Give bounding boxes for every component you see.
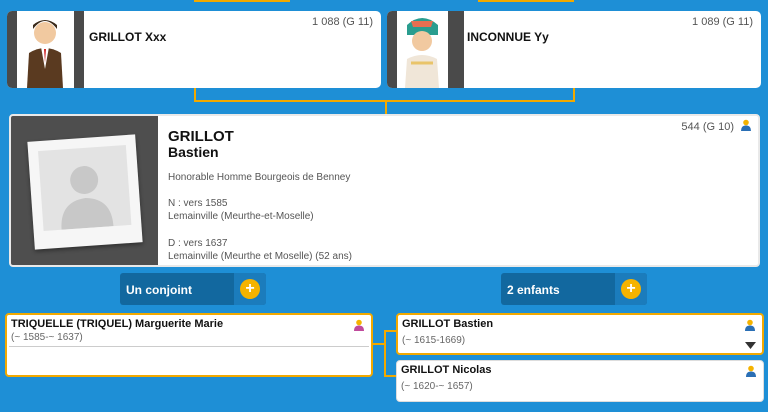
parent-card-father[interactable]: 1 088 (G 11) GRILLOT Xxx [7, 11, 381, 88]
spouse-plus-area[interactable]: + [234, 273, 266, 305]
father-portrait-icon [27, 20, 63, 88]
child-1-dates: (~ 1615-1669) [402, 335, 466, 346]
photo-placeholder[interactable] [27, 134, 143, 250]
main-surname: GRILLOT [168, 128, 234, 145]
parents-joining-line [194, 88, 575, 102]
main-death-place[interactable]: Lemainville (Meurthe et Moselle) (52 ans… [168, 251, 352, 262]
spouse-name[interactable]: TRIQUELLE (TRIQUEL) Marguerite Marie [11, 318, 223, 330]
male-person-icon [745, 319, 755, 331]
child-card-2[interactable]: GRILLOT Nicolas (~ 1620-~ 1657) [396, 360, 764, 402]
spouse-toggle-button[interactable]: Un conjoint + [120, 273, 266, 305]
spouse-card[interactable]: TRIQUELLE (TRIQUEL) Marguerite Marie (~ … [5, 313, 373, 377]
main-death: D : vers 1637 [168, 238, 228, 249]
father-sosa-number: 1 088 (G 11) [312, 16, 373, 28]
mother-name[interactable]: INCONNUE Yy [467, 30, 549, 44]
child-2-name[interactable]: GRILLOT Nicolas [401, 364, 491, 376]
spouse-dates: (~ 1585-~ 1637) [11, 332, 83, 343]
mother-sosa-number: 1 089 (G 11) [692, 16, 753, 28]
father-name[interactable]: GRILLOT Xxx [89, 30, 166, 44]
parent-connector-top-right [478, 0, 574, 2]
main-birth: N : vers 1585 [168, 198, 228, 209]
children-plus-area[interactable]: + [615, 273, 647, 305]
plus-icon: + [240, 279, 260, 299]
male-person-icon [746, 365, 756, 377]
main-given-name: Bastien [168, 144, 219, 160]
main-birth-place[interactable]: Lemainville (Meurthe-et-Moselle) [168, 211, 314, 222]
parents-to-person-line [385, 101, 387, 114]
female-person-icon [354, 319, 364, 331]
main-photo-frame [11, 116, 158, 265]
children-toggle-label: 2 enfants [507, 283, 560, 297]
child-2-dates: (~ 1620-~ 1657) [401, 381, 473, 392]
child-1-name[interactable]: GRILLOT Bastien [402, 318, 493, 330]
main-occupation: Honorable Homme Bourgeois de Benney [168, 172, 351, 183]
children-toggle-button[interactable]: 2 enfants + [501, 273, 647, 305]
silhouette-icon [61, 166, 114, 230]
spouse-divider [9, 346, 369, 347]
main-person-card: 544 (G 10) GRILLOT Bastien Honorable Hom… [9, 114, 760, 267]
plus-icon: + [621, 279, 641, 299]
father-photo-frame [7, 11, 84, 88]
parent-connector-top-left [194, 0, 290, 2]
male-person-icon [741, 119, 751, 131]
child-card-1[interactable]: GRILLOT Bastien (~ 1615-1669) [396, 313, 764, 355]
expand-down-icon[interactable] [745, 342, 756, 349]
parent-card-mother[interactable]: 1 089 (G 11) INCONNUE Yy [387, 11, 761, 88]
mother-photo-frame [387, 11, 464, 88]
mother-portrait-icon [405, 18, 439, 88]
spouse-toggle-label: Un conjoint [126, 283, 192, 297]
main-sosa-number: 544 (G 10) [681, 121, 734, 133]
